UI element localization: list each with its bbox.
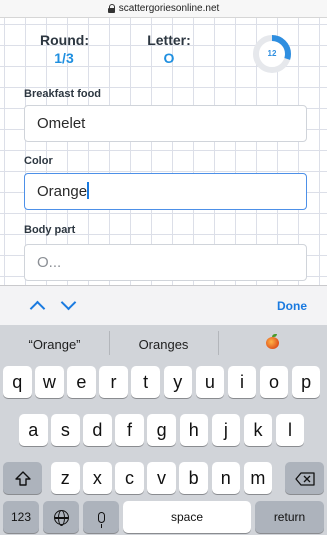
key-a[interactable]: a bbox=[19, 414, 48, 446]
numbers-key[interactable]: 123 bbox=[3, 501, 39, 533]
suggestion-bar: “Orange” Oranges bbox=[0, 325, 327, 363]
shift-icon bbox=[14, 471, 31, 487]
key-p[interactable]: p bbox=[291, 366, 321, 398]
key-i[interactable]: i bbox=[227, 366, 257, 398]
backspace-icon bbox=[294, 472, 315, 486]
shift-key[interactable] bbox=[3, 462, 42, 494]
key-q[interactable]: q bbox=[3, 366, 32, 398]
key-l[interactable]: l bbox=[275, 414, 305, 446]
key-h[interactable]: h bbox=[179, 414, 208, 446]
lock-icon bbox=[107, 4, 116, 13]
round-indicator: Round: 1/3 bbox=[40, 32, 89, 66]
game-area: Round: 1/3 Letter: O 12 Breakfast food O… bbox=[0, 18, 327, 285]
key-j[interactable]: j bbox=[211, 414, 241, 446]
letter-indicator: Letter: O bbox=[144, 32, 194, 66]
key-g[interactable]: g bbox=[147, 414, 176, 446]
done-button[interactable]: Done bbox=[277, 299, 307, 313]
answer-input-body-part[interactable]: O... bbox=[24, 244, 307, 281]
key-b[interactable]: b bbox=[179, 462, 208, 494]
url-text: scattergoriesonline.net bbox=[118, 3, 220, 14]
answer-input-breakfast[interactable]: Omelet bbox=[24, 105, 307, 142]
backspace-key[interactable] bbox=[285, 462, 324, 494]
key-t[interactable]: t bbox=[131, 366, 160, 398]
category-label-breakfast: Breakfast food bbox=[24, 88, 102, 100]
key-z[interactable]: z bbox=[51, 462, 80, 494]
letter-label: Letter: bbox=[147, 32, 191, 48]
answer-placeholder: O... bbox=[37, 254, 62, 271]
key-k[interactable]: k bbox=[243, 414, 273, 446]
chevron-down-icon[interactable] bbox=[60, 294, 77, 311]
key-y[interactable]: y bbox=[163, 366, 192, 398]
url-bar[interactable]: scattergoriesonline.net bbox=[0, 0, 327, 18]
answer-input-color[interactable]: Orange bbox=[24, 173, 307, 210]
return-key[interactable]: return bbox=[255, 501, 324, 533]
chevron-up-icon[interactable] bbox=[29, 300, 46, 317]
suggestion-oranges[interactable]: Oranges bbox=[109, 330, 218, 355]
key-e[interactable]: e bbox=[67, 366, 96, 398]
key-f[interactable]: f bbox=[115, 414, 144, 446]
answer-text: Omelet bbox=[37, 115, 86, 132]
peach-emoji-icon bbox=[266, 333, 279, 349]
category-label-body-part: Body part bbox=[24, 224, 76, 236]
key-w[interactable]: w bbox=[35, 366, 64, 398]
key-c[interactable]: c bbox=[115, 462, 144, 494]
key-s[interactable]: s bbox=[51, 414, 80, 446]
round-label: Round: bbox=[40, 32, 89, 48]
key-d[interactable]: d bbox=[83, 414, 112, 446]
key-u[interactable]: u bbox=[195, 366, 225, 398]
key-x[interactable]: x bbox=[83, 462, 112, 494]
round-value: 1/3 bbox=[54, 50, 74, 66]
text-caret bbox=[87, 182, 89, 199]
dictation-key[interactable] bbox=[83, 501, 119, 533]
keyboard: “Orange” Oranges qwertyuiop asdfghjkl zx… bbox=[0, 325, 327, 535]
category-label-color: Color bbox=[24, 155, 53, 167]
timer-value: 12 bbox=[267, 49, 277, 58]
keyboard-accessory-bar: Done bbox=[0, 285, 327, 325]
key-r[interactable]: r bbox=[99, 366, 128, 398]
answer-text: Orange bbox=[37, 183, 88, 200]
suggestion-quoted[interactable]: “Orange” bbox=[0, 337, 109, 352]
suggestion-emoji[interactable] bbox=[218, 330, 327, 355]
key-m[interactable]: m bbox=[243, 462, 273, 494]
globe-icon bbox=[53, 510, 69, 527]
space-key[interactable]: space bbox=[123, 501, 251, 533]
globe-key[interactable] bbox=[43, 501, 79, 533]
letter-value: O bbox=[163, 50, 175, 66]
key-n[interactable]: n bbox=[211, 462, 240, 494]
key-v[interactable]: v bbox=[147, 462, 176, 494]
microphone-icon bbox=[97, 512, 105, 529]
key-o[interactable]: o bbox=[259, 366, 289, 398]
